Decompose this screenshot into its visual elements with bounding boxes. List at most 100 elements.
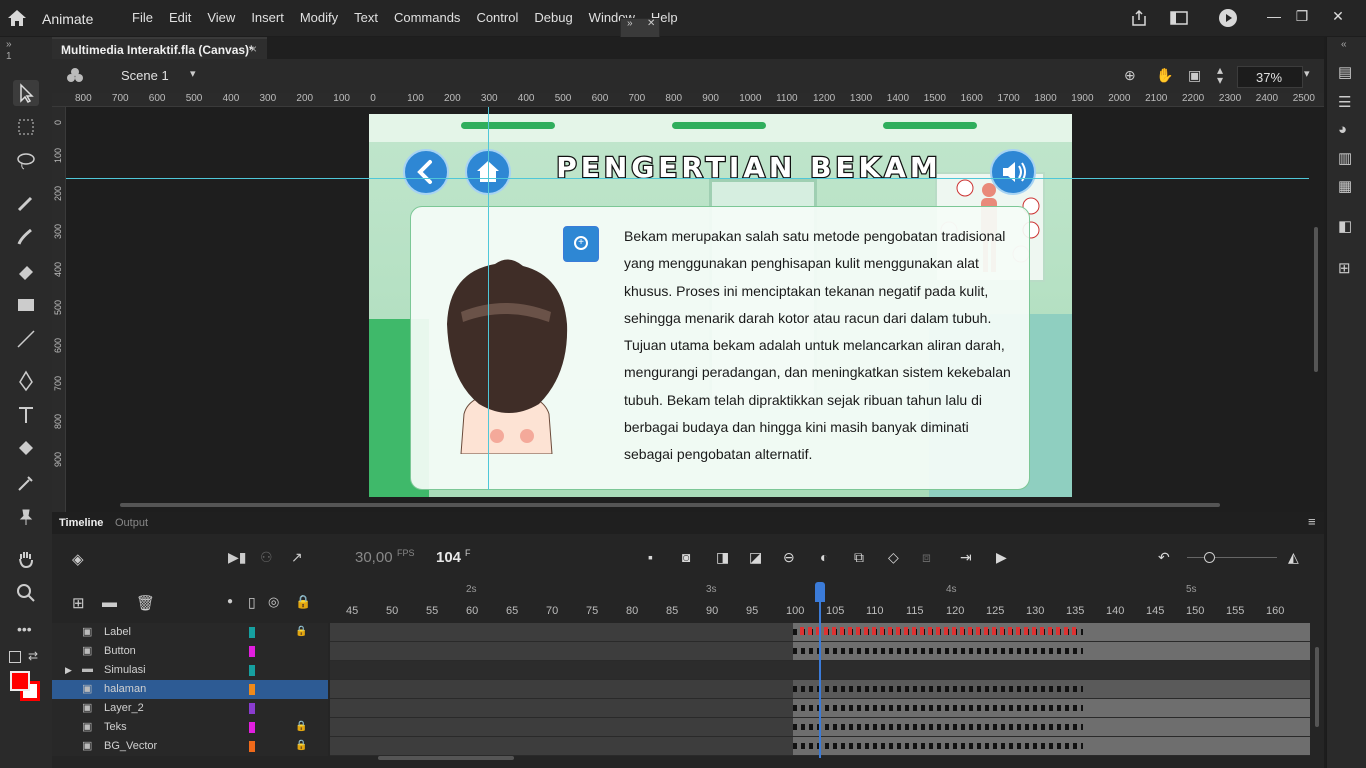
text-tool-icon[interactable] [13, 402, 39, 428]
clip-content-icon[interactable]: ▣ [1188, 67, 1201, 84]
play-icon[interactable]: ▶ [996, 549, 1007, 566]
layer-color-swatch[interactable] [249, 703, 255, 714]
layers-icon[interactable]: ◈ [72, 550, 84, 568]
line-tool-icon[interactable] [13, 326, 39, 352]
menu-view[interactable]: View [199, 10, 243, 25]
workspace-icon[interactable] [1170, 10, 1188, 26]
scene-name[interactable]: Scene 1 [121, 68, 169, 83]
stage-body-text[interactable]: Bekam merupakan salah satu metode pengob… [624, 223, 1019, 469]
horizontal-scrollbar[interactable] [120, 503, 1220, 507]
layer-row[interactable]: ▣ halaman [52, 680, 328, 699]
vertical-guide[interactable] [488, 107, 489, 490]
layer-name[interactable]: Teks [104, 721, 127, 733]
document-tab[interactable]: Multimedia Interaktif.fla (Canvas)* × [52, 37, 267, 59]
menu-edit[interactable]: Edit [161, 10, 199, 25]
layer-color-swatch[interactable] [249, 684, 255, 695]
playhead[interactable] [815, 582, 825, 602]
camera-icon[interactable]: ▶▮ [228, 549, 246, 566]
menu-insert[interactable]: Insert [243, 10, 292, 25]
layer-parenting-icon[interactable]: ⚇ [260, 549, 273, 566]
transform-panel-icon[interactable]: ⊞ [1338, 259, 1351, 277]
paint-bucket-tool-icon[interactable] [13, 436, 39, 462]
layer-color-swatch[interactable] [249, 741, 255, 752]
keyframe-dots[interactable] [793, 648, 1083, 654]
fps-value[interactable]: 30,00 [355, 549, 393, 566]
share-icon[interactable] [1130, 9, 1148, 27]
home-icon[interactable] [6, 8, 28, 28]
fill-color-swatch[interactable] [10, 671, 30, 691]
delete-layer-icon[interactable]: 🗑 [136, 594, 155, 612]
close-panel-icon[interactable]: ✕ [647, 18, 655, 29]
layer-name[interactable]: Button [104, 645, 136, 657]
timeline-horizontal-scrollbar[interactable] [378, 756, 514, 760]
code-snippets-icon[interactable]: ◧ [1338, 217, 1352, 235]
center-stage-icon[interactable]: ⊕ [1124, 67, 1136, 84]
close-window-icon[interactable]: ✕ [1328, 8, 1348, 28]
timeline-zoom-handle[interactable] [1204, 552, 1215, 563]
layer-name[interactable]: Simulasi [104, 664, 146, 676]
brush-tool-icon[interactable] [13, 190, 39, 216]
layer-color-swatch[interactable] [249, 665, 255, 676]
layer-row[interactable]: ▣ Layer_2 [52, 699, 328, 718]
current-frame[interactable]: 104 [436, 549, 461, 566]
highlight-layer-icon[interactable]: ● [227, 596, 233, 607]
pin-tool-icon[interactable] [13, 504, 39, 530]
paint-brush-tool-icon[interactable] [13, 224, 39, 250]
layer-color-swatch[interactable] [249, 627, 255, 638]
assets-panel-icon[interactable]: ▦ [1338, 177, 1352, 195]
delete-frame-icon[interactable]: ⊖ [783, 549, 795, 566]
keyframe-dots[interactable] [793, 724, 1083, 730]
visibility-icon[interactable]: ◎ [268, 594, 279, 610]
layer-row[interactable]: ▶ ▬ Simulasi [52, 661, 328, 680]
close-tab-icon[interactable]: × [250, 42, 257, 56]
edit-multiple-frames-icon[interactable]: ⧉ [854, 549, 864, 566]
new-layer-icon[interactable]: ⊞ [72, 594, 85, 612]
layer-name[interactable]: halaman [104, 683, 146, 695]
selection-tool-icon[interactable] [13, 80, 39, 106]
back-button[interactable] [403, 149, 449, 195]
panel-collapse-icon[interactable]: » [6, 39, 12, 50]
tween-icon[interactable]: ◇ [888, 549, 899, 566]
default-colors-icon[interactable] [9, 651, 21, 663]
lasso-tool-icon[interactable] [13, 148, 39, 174]
layer-row[interactable]: ▣ Button [52, 642, 328, 661]
layer-color-swatch[interactable] [249, 646, 255, 657]
layer-color-swatch[interactable] [249, 722, 255, 733]
minimize-icon[interactable]: — [1264, 8, 1284, 28]
swap-colors-icon[interactable]: ⇄ [28, 649, 38, 663]
timeline-zoom-slider[interactable] [1187, 557, 1277, 558]
auto-keyframe-icon[interactable]: ◪ [749, 549, 762, 566]
sound-button[interactable] [990, 149, 1036, 195]
layer-name[interactable]: BG_Vector [104, 740, 157, 752]
layer-row[interactable]: ▣ Label 🔒 [52, 623, 328, 642]
menu-control[interactable]: Control [468, 10, 526, 25]
stage[interactable]: PENGERTIAN BEKAM + Bekam merupakan salah… [369, 114, 1072, 497]
graph-icon[interactable]: ↗ [291, 549, 303, 566]
hand-tool-icon[interactable] [13, 546, 39, 572]
zoom-tool-icon[interactable] [13, 580, 39, 606]
layer-lock-icon[interactable]: 🔒 [295, 721, 307, 732]
vertical-scrollbar[interactable] [1314, 227, 1318, 372]
keyframe-dots[interactable] [793, 743, 1083, 749]
classic-tween-icon[interactable]: ⧈ [922, 549, 931, 566]
layer-row[interactable]: ▣ BG_Vector 🔒 [52, 737, 328, 756]
layer-name[interactable]: Layer_2 [104, 702, 144, 714]
zoom-field[interactable]: 37% [1237, 66, 1303, 88]
chevron-down-icon[interactable]: ▾ [190, 67, 196, 80]
pen-tool-icon[interactable] [13, 368, 39, 394]
insert-blank-keyframe-icon[interactable]: ◨ [716, 549, 729, 566]
test-movie-icon[interactable] [1218, 8, 1238, 28]
undo-icon[interactable]: ↶ [1158, 549, 1170, 566]
keyframe-dots[interactable] [793, 686, 1083, 692]
align-panel-icon[interactable]: ☰ [1338, 93, 1351, 111]
layer-name[interactable]: Label [104, 626, 131, 638]
collapse-icon[interactable]: » [627, 18, 633, 29]
edit-symbols-icon[interactable] [66, 67, 84, 85]
maximize-icon[interactable]: ❐ [1292, 8, 1312, 28]
lock-icon[interactable]: 🔒 [295, 594, 311, 610]
frame-label-markers[interactable] [800, 627, 1078, 635]
library-panel-icon[interactable]: ▥ [1338, 149, 1352, 167]
expand-folder-icon[interactable]: ▶ [65, 665, 72, 676]
selected-symbol[interactable]: + [563, 226, 599, 262]
layer-row[interactable]: ▣ Teks 🔒 [52, 718, 328, 737]
